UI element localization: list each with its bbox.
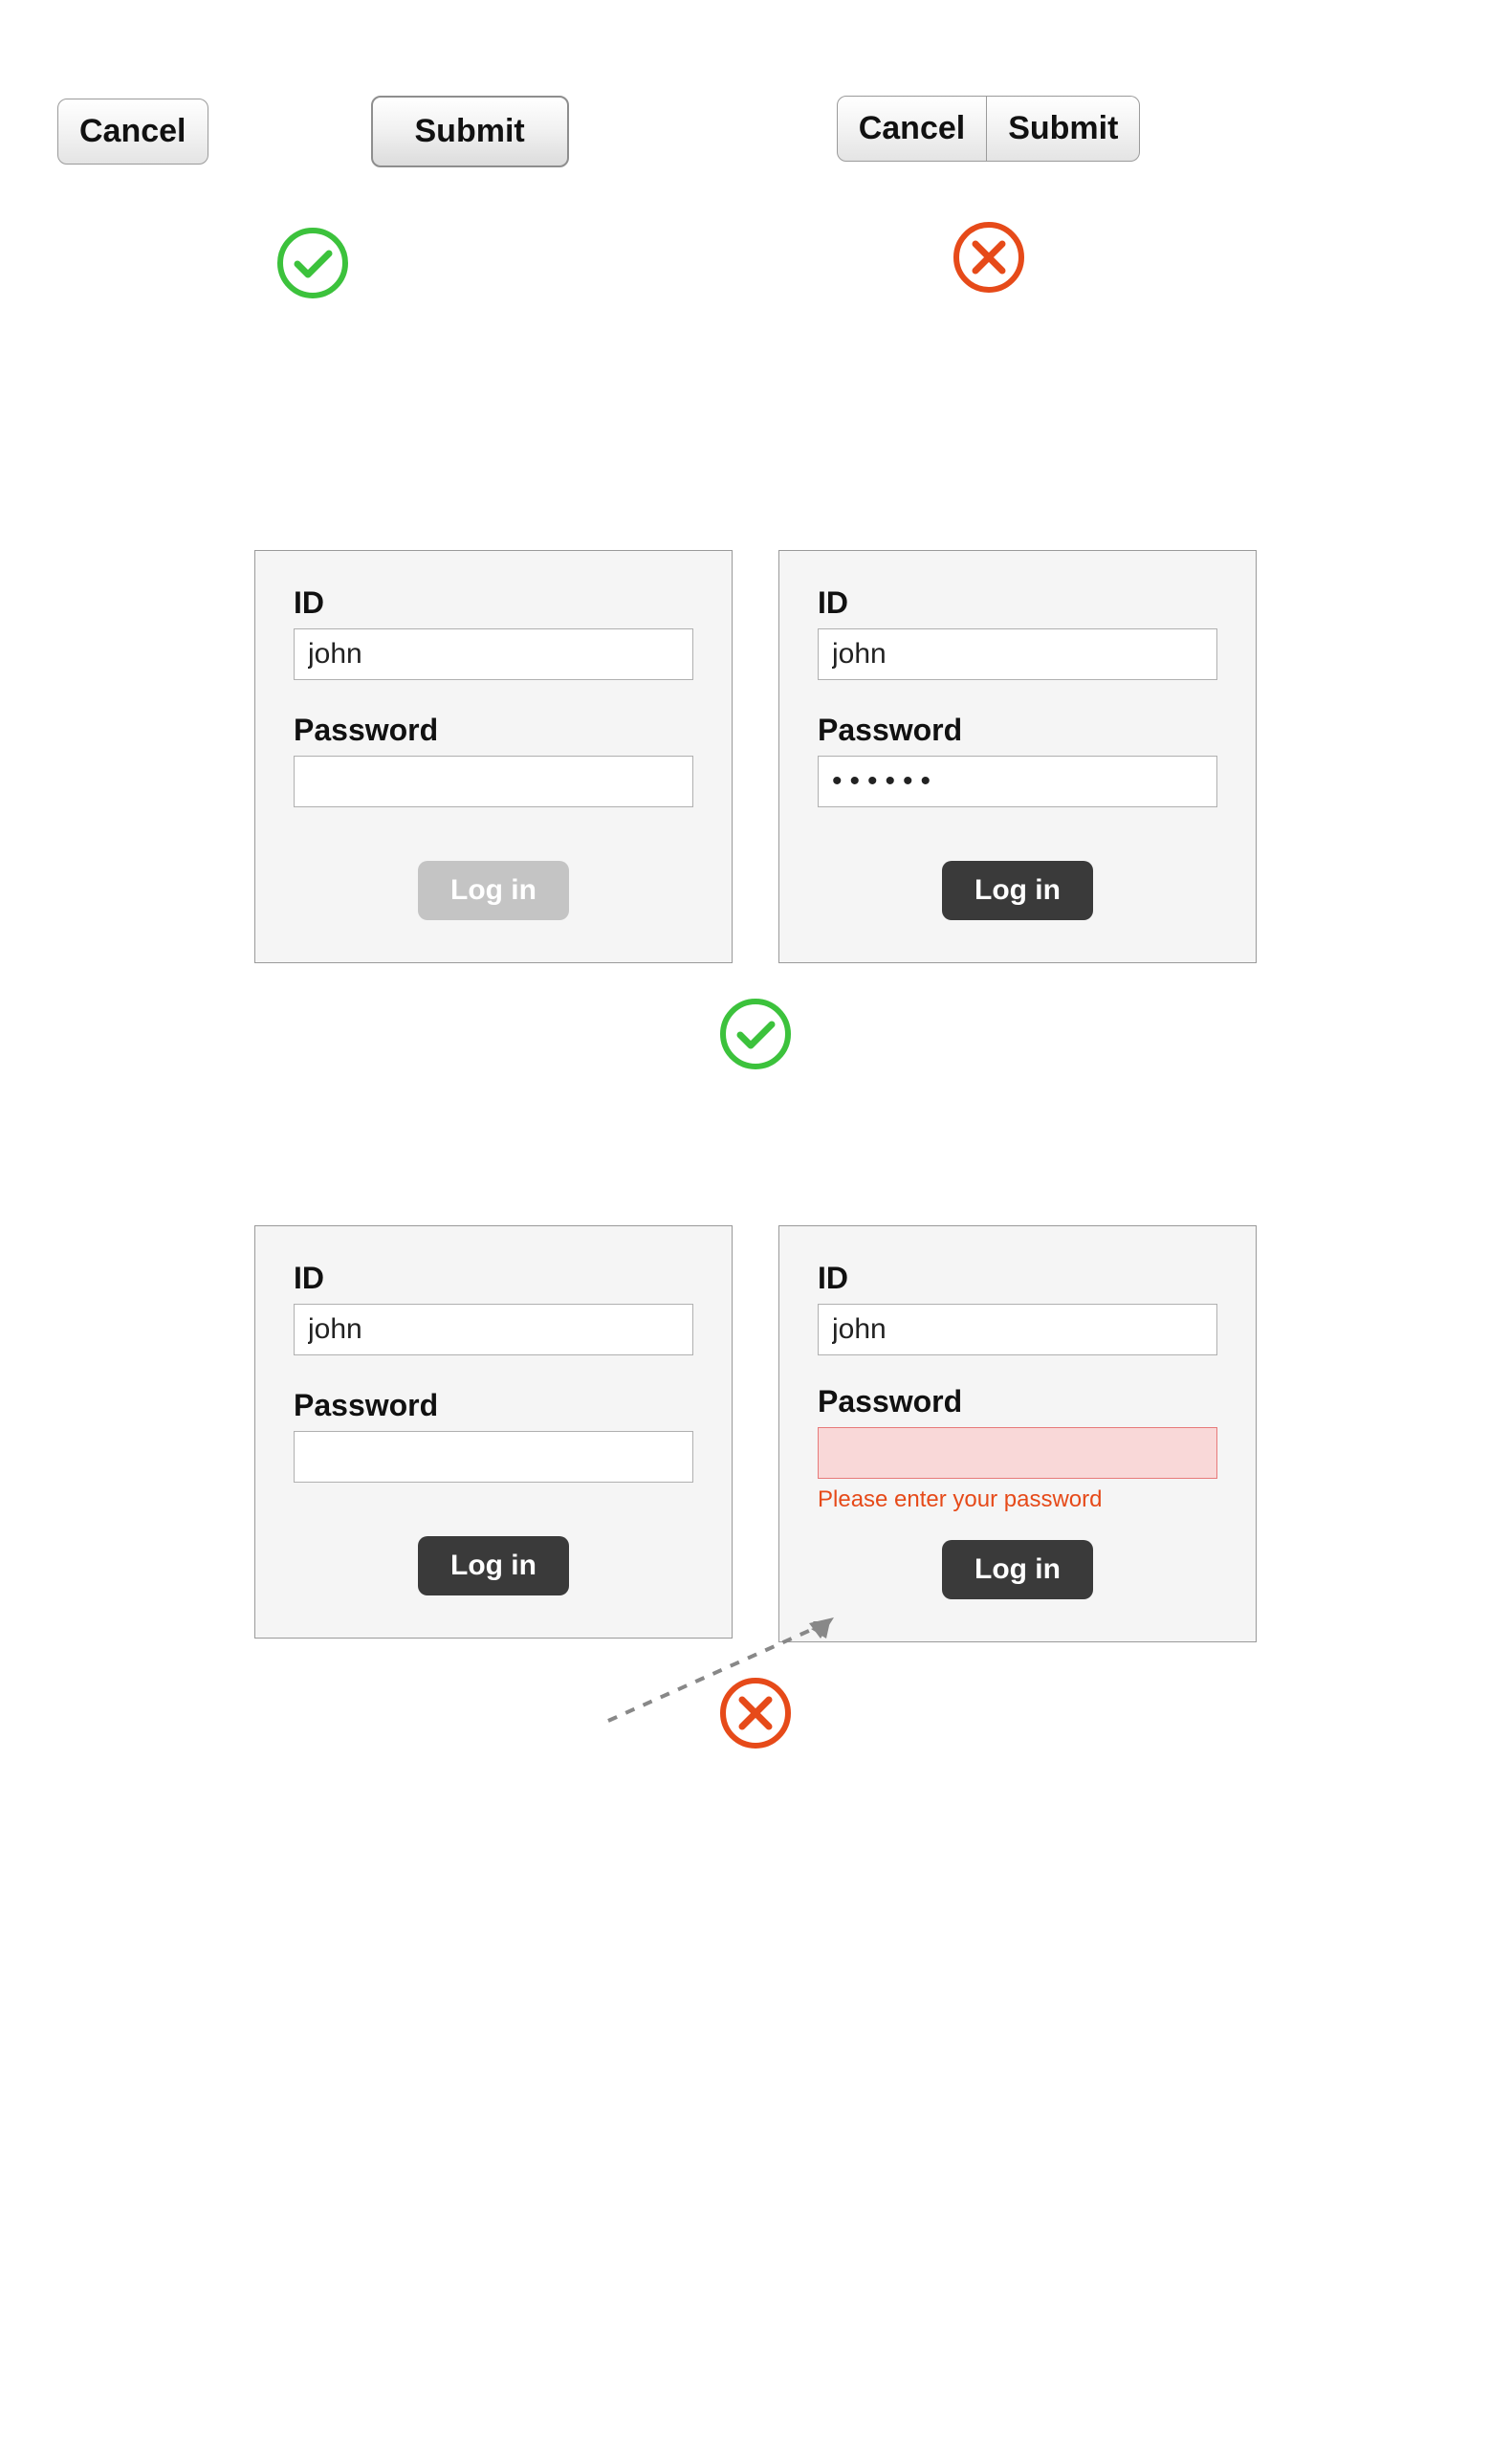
submit-button[interactable]: Submit bbox=[371, 96, 569, 167]
check-icon bbox=[717, 996, 794, 1072]
login-button[interactable]: Log in bbox=[418, 1536, 569, 1595]
password-input-error[interactable] bbox=[818, 1427, 1217, 1479]
id-label: ID bbox=[294, 585, 693, 621]
login-button-disabled: Log in bbox=[418, 861, 569, 920]
password-label: Password bbox=[818, 1384, 1217, 1419]
login-form-complete: ID Password Log in bbox=[778, 550, 1257, 963]
password-input[interactable] bbox=[294, 756, 693, 807]
login-submit-then-error: ID Password Log in ID Password Please en… bbox=[0, 1225, 1511, 1751]
buttons-cramped: Cancel Submit bbox=[837, 96, 1141, 162]
x-icon bbox=[951, 219, 1027, 296]
id-input[interactable] bbox=[818, 628, 1217, 680]
password-label: Password bbox=[294, 713, 693, 748]
login-disabled-until-complete: ID Password Log in ID Password Log in bbox=[0, 550, 1511, 1072]
password-input[interactable] bbox=[818, 756, 1217, 807]
bad-spacing-group: Cancel Submit bbox=[837, 96, 1141, 296]
login-form-incomplete: ID Password Log in bbox=[254, 550, 733, 963]
arrow-icon bbox=[608, 1608, 857, 1723]
check-icon bbox=[274, 225, 351, 301]
id-label: ID bbox=[818, 585, 1217, 621]
submit-button[interactable]: Submit bbox=[987, 96, 1140, 162]
cancel-button[interactable]: Cancel bbox=[57, 99, 208, 165]
id-label: ID bbox=[818, 1261, 1217, 1296]
password-label: Password bbox=[294, 1388, 693, 1423]
login-form-enabled-empty: ID Password Log in bbox=[254, 1225, 733, 1639]
password-input[interactable] bbox=[294, 1431, 693, 1483]
buttons-spaced: Cancel Submit bbox=[57, 96, 569, 167]
cancel-button[interactable]: Cancel bbox=[837, 96, 988, 162]
id-input[interactable] bbox=[294, 628, 693, 680]
password-label: Password bbox=[818, 713, 1217, 748]
good-spacing-group: Cancel Submit bbox=[57, 96, 569, 301]
id-input[interactable] bbox=[818, 1304, 1217, 1355]
login-button[interactable]: Log in bbox=[942, 1540, 1093, 1599]
button-spacing-example: Cancel Submit Cancel Submit bbox=[0, 0, 1511, 301]
password-error-message: Please enter your password bbox=[818, 1486, 1217, 1513]
id-input[interactable] bbox=[294, 1304, 693, 1355]
login-form-error: ID Password Please enter your password L… bbox=[778, 1225, 1257, 1642]
login-button[interactable]: Log in bbox=[942, 861, 1093, 920]
id-label: ID bbox=[294, 1261, 693, 1296]
